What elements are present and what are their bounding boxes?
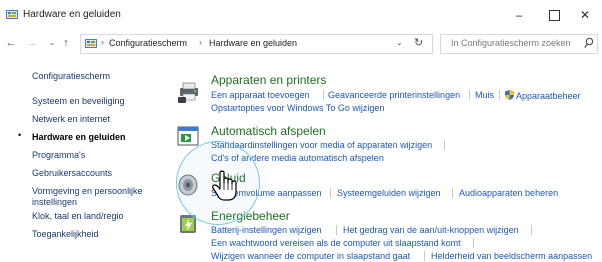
search-placeholder: In Configuratiescherm zoeken bbox=[451, 38, 571, 48]
nav-programs[interactable]: Programma's bbox=[32, 150, 85, 160]
refresh-icon[interactable]: ↻ bbox=[414, 36, 423, 49]
link-separator bbox=[499, 90, 500, 100]
link-advanced-printer[interactable]: Geavanceerde printerinstellingen bbox=[328, 90, 460, 100]
nav-hardware-sound: Hardware en geluiden bbox=[32, 132, 126, 142]
title-bar: Hardware en geluiden – ✕ bbox=[0, 0, 602, 30]
search-input[interactable]: In Configuratiescherm zoeken bbox=[440, 34, 598, 54]
forward-button[interactable]: → bbox=[25, 35, 39, 51]
category-title-devices[interactable]: Apparaten en printers bbox=[211, 73, 326, 87]
control-panel-icon bbox=[6, 10, 18, 19]
category-title-autoplay[interactable]: Automatisch afspelen bbox=[211, 124, 326, 138]
nav-system-security[interactable]: Systeem en beveiliging bbox=[32, 96, 125, 106]
link-power-button-behavior[interactable]: Het gedrag van de aan/uit-knoppen wijzig… bbox=[343, 225, 519, 235]
link-add-device[interactable]: Een apparaat toevoegen bbox=[211, 90, 310, 100]
link-separator bbox=[444, 140, 445, 150]
search-icon[interactable] bbox=[584, 37, 594, 49]
link-separator bbox=[469, 90, 470, 100]
link-windows-to-go[interactable]: Opstartopties voor Windows To Go wijzige… bbox=[211, 103, 384, 113]
nav-appearance-line2[interactable]: instellingen bbox=[32, 197, 77, 207]
devices-printers-icon[interactable] bbox=[176, 79, 202, 105]
link-separator bbox=[336, 225, 337, 235]
nav-user-accounts[interactable]: Gebruikersaccounts bbox=[32, 168, 112, 178]
minimize-button[interactable]: – bbox=[502, 4, 536, 26]
link-manage-audio-devices[interactable]: Audioapparaten beheren bbox=[459, 188, 558, 198]
back-button[interactable]: ← bbox=[4, 35, 18, 51]
maximize-icon bbox=[548, 10, 560, 22]
current-item-bullet-icon: • bbox=[18, 130, 22, 140]
nav-home[interactable]: Configuratiescherm bbox=[32, 71, 110, 81]
nav-network-internet[interactable]: Netwerk en internet bbox=[32, 114, 110, 124]
link-separator bbox=[424, 251, 425, 261]
control-panel-icon bbox=[85, 39, 97, 48]
close-button[interactable]: ✕ bbox=[568, 4, 602, 26]
link-device-manager[interactable]: Apparaatbeheer bbox=[505, 90, 581, 101]
maximize-button[interactable] bbox=[537, 4, 571, 26]
link-battery-settings[interactable]: Batterij-instellingen wijzigen bbox=[211, 225, 322, 235]
nav-clock-language[interactable]: Klok, taal en land/regio bbox=[32, 211, 124, 221]
address-dropdown-icon[interactable]: ⌄ bbox=[396, 38, 403, 47]
link-separator bbox=[531, 225, 532, 235]
link-adjust-brightness[interactable]: Helderheid van beeldscherm aanpassen bbox=[431, 251, 592, 261]
link-change-system-sounds[interactable]: Systeemgeluiden wijzigen bbox=[337, 188, 441, 198]
link-separator bbox=[323, 90, 324, 100]
link-separator bbox=[330, 188, 331, 198]
link-separator bbox=[452, 188, 453, 198]
link-default-media-settings[interactable]: Standaardinstellingen voor media of appa… bbox=[211, 140, 432, 150]
hand-cursor-icon bbox=[212, 170, 237, 201]
breadcrumb-control-panel[interactable]: Configuratiescherm bbox=[109, 38, 187, 48]
nav-accessibility[interactable]: Toegankelijkheid bbox=[32, 229, 99, 239]
address-row: ← → ⌄ ↑ › Configuratiescherm › Hardware … bbox=[0, 31, 602, 57]
breadcrumb-hardware-sound[interactable]: Hardware en geluiden bbox=[209, 38, 297, 48]
uac-shield-icon bbox=[505, 90, 514, 100]
link-require-password-wake[interactable]: Een wachtwoord vereisen als de computer … bbox=[211, 238, 461, 248]
breadcrumb-separator-icon: › bbox=[199, 37, 202, 47]
link-mouse[interactable]: Muis bbox=[475, 90, 494, 100]
link-separator bbox=[473, 238, 474, 248]
link-device-manager-label: Apparaatbeheer bbox=[516, 91, 581, 101]
window-title: Hardware en geluiden bbox=[23, 9, 121, 20]
address-bar[interactable]: › Configuratiescherm › Hardware en gelui… bbox=[80, 34, 433, 54]
nav-appearance[interactable]: Vormgeving en persoonlijke bbox=[32, 186, 143, 196]
recent-locations-button[interactable]: ⌄ bbox=[45, 35, 59, 51]
up-button[interactable]: ↑ bbox=[59, 35, 73, 51]
breadcrumb-separator-icon: › bbox=[101, 37, 104, 47]
link-change-sleep-time[interactable]: Wijzigen wanneer de computer in slaapsta… bbox=[211, 251, 410, 261]
